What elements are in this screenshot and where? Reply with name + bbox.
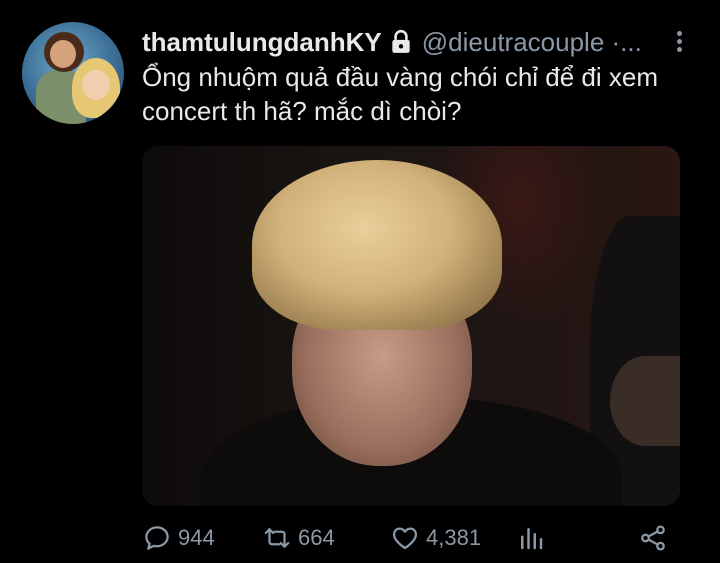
lock-icon [392,29,410,53]
tweet-card[interactable]: thamtulungdanhKY @dieutracouple ·... Ổng… [0,0,720,563]
tweet-header: thamtulungdanhKY @dieutracouple ·... [142,24,682,60]
like-count: 4,381 [426,525,482,550]
like-button[interactable]: 4,381 [390,520,481,556]
tweet-media-image[interactable] [142,146,680,506]
tweet-actions: 944 664 4,381 [142,520,682,556]
retweet-icon [264,528,290,548]
more-vertical-icon[interactable] [672,28,686,56]
tweet-text: Ổng nhuộm quả đầu vàng chói chỉ để đi xe… [142,62,659,126]
analytics-icon [521,528,543,550]
reply-count: 944 [178,525,215,550]
reply-button[interactable]: 944 [142,520,215,556]
reply-icon [145,526,169,550]
user-handle[interactable]: @dieutracouple ·... [422,27,642,58]
heart-icon [392,527,418,550]
share-button[interactable] [638,520,674,556]
display-name[interactable]: thamtulungdanhKY [142,27,382,58]
avatar[interactable] [22,22,124,124]
analytics-button[interactable] [516,520,552,556]
retweet-count: 664 [298,525,335,550]
share-icon [641,525,665,551]
retweet-button[interactable]: 664 [262,520,335,556]
